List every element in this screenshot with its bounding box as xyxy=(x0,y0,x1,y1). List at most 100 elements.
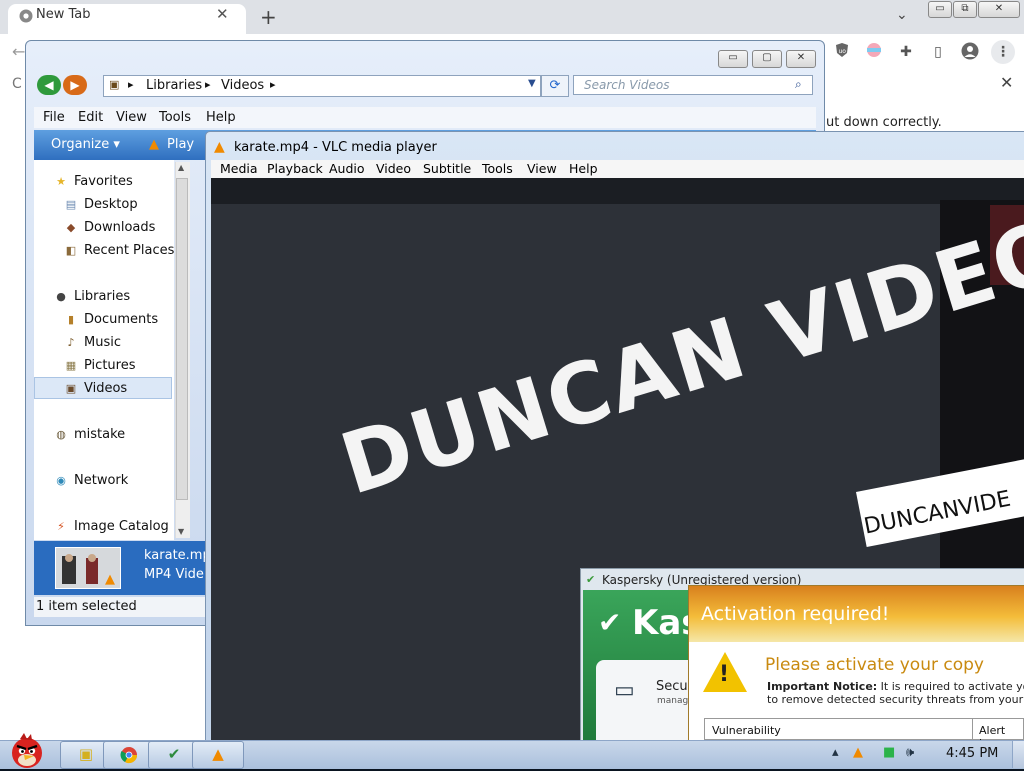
star-icon: ★ xyxy=(56,175,66,188)
nav-libraries[interactable]: Libraries xyxy=(74,289,130,304)
taskbar-vlc-button[interactable]: ▲ xyxy=(192,741,244,769)
vlc-menu-subtitle[interactable]: Subtitle xyxy=(423,161,471,176)
explorer-menubar xyxy=(34,107,816,128)
image-catalog-icon: ⚡ xyxy=(57,520,65,533)
nav-videos[interactable]: Videos xyxy=(84,381,127,396)
vlc-menu-media[interactable]: Media xyxy=(220,161,258,176)
show-desktop-button[interactable] xyxy=(1012,741,1024,768)
menu-tools[interactable]: Tools xyxy=(159,110,191,125)
network-icon: ◉ xyxy=(56,474,66,487)
vlc-menu-tools[interactable]: Tools xyxy=(482,161,513,176)
status-text: 1 item selected xyxy=(36,599,137,614)
kaspersky-security-sublabel: manag xyxy=(657,696,689,706)
breadcrumb-libraries[interactable]: Libraries xyxy=(146,78,202,93)
show-hidden-icons[interactable]: ▴ xyxy=(832,745,839,760)
address-bar[interactable]: ▣ ▸ Libraries ▸ Videos ▸ ▼ xyxy=(103,75,541,97)
libraries-icon: ● xyxy=(56,290,66,303)
scrollbar-thumb[interactable] xyxy=(176,178,188,500)
notice-line-1: It is required to activate your c xyxy=(880,680,1024,693)
videos-icon: ▣ xyxy=(65,382,77,395)
vlc-menu-playback[interactable]: Playback xyxy=(267,161,323,176)
file-name: karate.mp xyxy=(144,548,211,563)
chrome-close-button[interactable]: ✕ xyxy=(978,1,1020,18)
vlc-cone-icon: ▲ xyxy=(149,137,159,152)
breadcrumb-separator-icon: ▸ xyxy=(205,78,211,91)
nav-favorites[interactable]: Favorites xyxy=(74,174,133,189)
vlc-badge-icon: ▲ xyxy=(105,572,115,587)
nav-recent-places[interactable]: Recent Places xyxy=(84,243,174,258)
profile-icon[interactable] xyxy=(960,42,980,62)
organize-button[interactable]: Organize ▾ xyxy=(51,137,120,152)
nav-music[interactable]: Music xyxy=(84,335,121,350)
tray-volume-icon[interactable]: 🕪 xyxy=(906,745,914,760)
kaspersky-logo-shield-icon: ✔ xyxy=(598,606,622,639)
menu-help[interactable]: Help xyxy=(206,110,236,125)
file-type: MP4 Vide xyxy=(144,567,204,582)
back-icon[interactable]: ← xyxy=(12,42,25,61)
chrome-tab-title: New Tab xyxy=(36,7,91,22)
nav-pictures[interactable]: Pictures xyxy=(84,358,135,373)
scroll-up-icon[interactable]: ▲ xyxy=(178,163,184,172)
vlc-cone-icon: ▲ xyxy=(214,139,225,155)
user-folder-icon: ◍ xyxy=(56,428,66,441)
tray-network-icon[interactable]: ■ xyxy=(883,745,895,760)
nav-desktop[interactable]: Desktop xyxy=(84,197,138,212)
breadcrumb-videos[interactable]: Videos xyxy=(221,78,264,93)
puzzle-icon[interactable]: ✚ xyxy=(896,42,916,62)
tab-search-icon[interactable]: ⌄ xyxy=(896,7,908,23)
new-tab-button[interactable]: + xyxy=(260,5,277,29)
infobar-text: ut down correctly. xyxy=(826,115,942,130)
menu-view[interactable]: View xyxy=(116,110,147,125)
notice-line-2: to remove detected security threats from… xyxy=(767,693,1024,706)
menu-file[interactable]: File xyxy=(43,110,65,125)
flag-extension-icon[interactable] xyxy=(864,42,884,62)
vlc-menu-video[interactable]: Video xyxy=(376,161,411,176)
documents-icon: ▮ xyxy=(67,313,75,326)
vlc-menu-audio[interactable]: Audio xyxy=(329,161,365,176)
refresh-icon[interactable]: ⟳ xyxy=(541,75,569,97)
chrome-minimize-button[interactable]: ▭ xyxy=(928,1,952,18)
menu-edit[interactable]: Edit xyxy=(78,110,103,125)
nav-downloads[interactable]: Downloads xyxy=(84,220,155,235)
infobar-close-icon[interactable]: ✕ xyxy=(1000,73,1013,92)
close-icon[interactable]: ✕ xyxy=(216,5,229,23)
forward-arrow-icon[interactable]: ▶ xyxy=(63,75,87,95)
nav-documents[interactable]: Documents xyxy=(84,312,158,327)
kaspersky-shield-icon: ✔ xyxy=(586,573,596,586)
start-button[interactable] xyxy=(4,731,50,768)
music-icon: ♪ xyxy=(67,336,75,349)
nav-mistake[interactable]: mistake xyxy=(74,427,125,442)
reload-icon[interactable]: C xyxy=(12,76,22,92)
svg-text:uo: uo xyxy=(839,48,847,55)
taskbar-clock[interactable]: 4:45 PM xyxy=(946,746,998,761)
back-arrow-icon[interactable]: ◀ xyxy=(37,75,61,95)
activation-notice: Important Notice: It is required to acti… xyxy=(767,680,1024,706)
vlc-menu-help[interactable]: Help xyxy=(569,161,598,176)
pictures-icon: ▦ xyxy=(65,359,77,372)
explorer-maximize-button[interactable]: ▢ xyxy=(752,50,782,68)
search-icon[interactable]: ⌕ xyxy=(795,77,802,92)
nav-image-catalog[interactable]: Image Catalog xyxy=(74,519,169,534)
tray-vlc-icon[interactable]: ▲ xyxy=(853,745,863,760)
sidepanel-icon[interactable]: ▯ xyxy=(928,42,948,62)
column-divider xyxy=(972,719,973,739)
search-input[interactable]: Search Videos xyxy=(573,75,813,95)
chevron-down-icon[interactable]: ▼ xyxy=(528,78,536,89)
nav-network[interactable]: Network xyxy=(74,473,128,488)
column-vulnerability[interactable]: Vulnerability xyxy=(712,724,781,737)
explorer-nav-buttons: ◀ ▶ xyxy=(37,75,93,95)
chrome-restore-button[interactable]: ⧉ xyxy=(953,1,977,18)
activation-title: Activation required! xyxy=(701,603,890,625)
vlc-menu-view[interactable]: View xyxy=(527,161,557,176)
explorer-close-button[interactable]: ✕ xyxy=(786,50,816,68)
play-button[interactable]: Play xyxy=(167,137,194,152)
explorer-minimize-button[interactable]: ▭ xyxy=(718,50,748,68)
angry-bird-icon xyxy=(12,733,42,768)
downloads-icon: ◆ xyxy=(66,221,76,234)
chrome-menu-icon[interactable]: ⋮ xyxy=(991,40,1015,64)
activation-heading: Please activate your copy xyxy=(765,655,984,675)
scroll-down-icon[interactable]: ▼ xyxy=(178,527,184,536)
ublock-icon[interactable]: uo xyxy=(832,42,852,62)
recent-places-icon: ◧ xyxy=(65,244,77,257)
warning-exclamation-icon: ! xyxy=(719,662,730,687)
